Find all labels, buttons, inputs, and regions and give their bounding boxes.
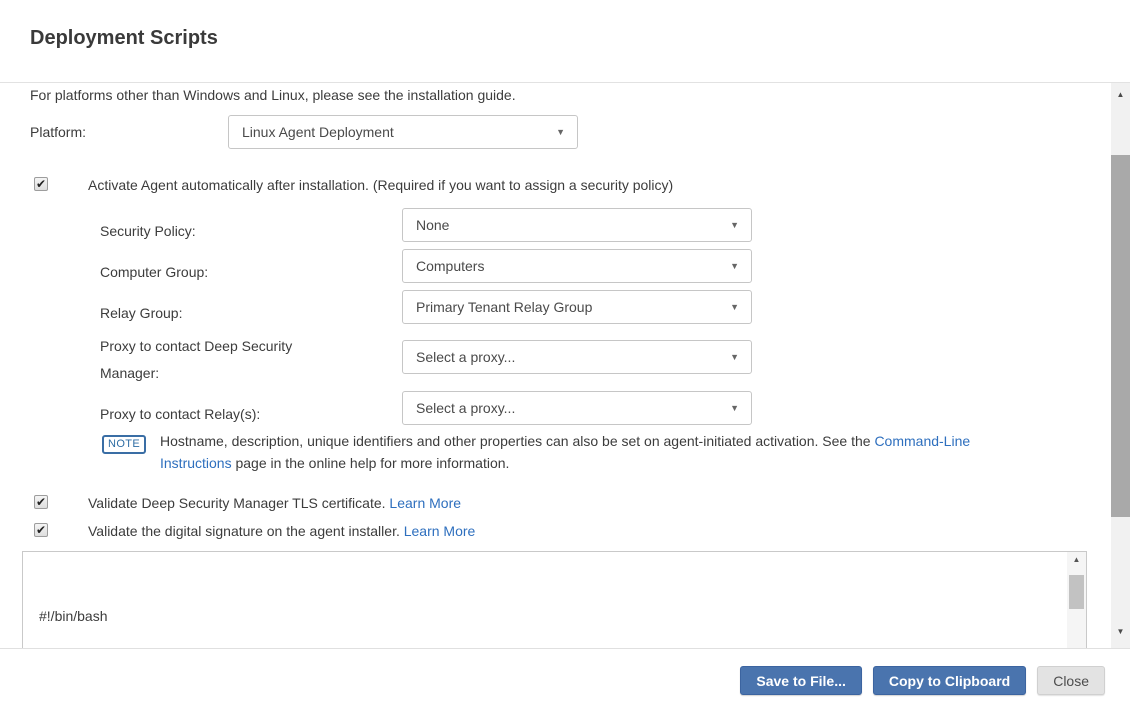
platform-dropdown[interactable]: Linux Agent Deployment ▼ (228, 115, 578, 149)
validate-signature-checkbox[interactable]: ✔ (34, 523, 48, 537)
validate-signature-label: Validate the digital signature on the ag… (88, 523, 475, 539)
platform-dropdown-value: Linux Agent Deployment (242, 124, 394, 140)
activate-agent-checkbox[interactable]: ✔ (34, 177, 48, 191)
platform-label: Platform: (30, 124, 86, 140)
dialog-scrollbar[interactable]: ▲ ▼ (1111, 83, 1130, 648)
chevron-down-icon: ▼ (730, 403, 739, 413)
computer-group-dropdown[interactable]: Computers ▼ (402, 249, 752, 283)
chevron-down-icon: ▼ (730, 261, 739, 271)
note-text-before: Hostname, description, unique identifier… (160, 433, 874, 449)
copy-to-clipboard-button[interactable]: Copy to Clipboard (873, 666, 1026, 695)
chevron-down-icon: ▼ (730, 302, 739, 312)
proxy-dsm-label: Proxy to contact Deep Security Manager: (100, 333, 335, 387)
relay-group-label: Relay Group: (100, 300, 335, 327)
security-policy-dropdown[interactable]: None ▼ (402, 208, 752, 242)
footer-button-bar: Save to File... Copy to Clipboard Close (0, 649, 1130, 710)
close-button[interactable]: Close (1037, 666, 1105, 695)
proxy-relay-dropdown-value: Select a proxy... (416, 400, 515, 416)
relay-group-dropdown[interactable]: Primary Tenant Relay Group ▼ (402, 290, 752, 324)
checkmark-icon: ✔ (36, 177, 46, 191)
validate-tls-checkbox[interactable]: ✔ (34, 495, 48, 509)
code-scrollbar[interactable]: ▲ (1067, 552, 1086, 648)
scroll-up-icon[interactable]: ▲ (1067, 555, 1086, 564)
dialog-scrollbar-thumb[interactable] (1111, 155, 1130, 517)
deployment-script-textarea[interactable]: #!/bin/bash ACTIVATIONURL='dsm://agents.… (22, 551, 1087, 648)
computer-group-label: Computer Group: (100, 259, 335, 286)
checkmark-icon: ✔ (36, 523, 46, 537)
proxy-relay-label: Proxy to contact Relay(s): (100, 401, 335, 428)
deployment-scripts-dialog: Deployment Scripts For platforms other t… (0, 0, 1130, 710)
scroll-up-icon[interactable]: ▲ (1111, 90, 1130, 99)
save-to-file-button[interactable]: Save to File... (740, 666, 861, 695)
dialog-scroll-area: For platforms other than Windows and Lin… (0, 83, 1111, 648)
security-policy-dropdown-value: None (416, 217, 449, 233)
deployment-script-code: #!/bin/bash ACTIVATIONURL='dsm://agents.… (39, 564, 456, 648)
security-policy-label: Security Policy: (100, 218, 335, 245)
chevron-down-icon: ▼ (730, 352, 739, 362)
note-badge: NOTE (102, 435, 146, 454)
checkmark-icon: ✔ (36, 495, 46, 509)
intro-text: For platforms other than Windows and Lin… (30, 87, 516, 103)
relay-group-dropdown-value: Primary Tenant Relay Group (416, 299, 592, 315)
chevron-down-icon: ▼ (730, 220, 739, 230)
proxy-dsm-dropdown-value: Select a proxy... (416, 349, 515, 365)
proxy-dsm-dropdown[interactable]: Select a proxy... ▼ (402, 340, 752, 374)
script-line: #!/bin/bash (39, 606, 456, 627)
computer-group-dropdown-value: Computers (416, 258, 484, 274)
learn-more-tls-link[interactable]: Learn More (389, 495, 461, 511)
code-scrollbar-thumb[interactable] (1069, 575, 1084, 609)
learn-more-signature-link[interactable]: Learn More (404, 523, 476, 539)
validate-tls-label: Validate Deep Security Manager TLS certi… (88, 495, 461, 511)
note-text-after: page in the online help for more informa… (232, 455, 510, 471)
activate-agent-label: Activate Agent automatically after insta… (88, 177, 673, 193)
proxy-relay-dropdown[interactable]: Select a proxy... ▼ (402, 391, 752, 425)
chevron-down-icon: ▼ (556, 127, 565, 137)
page-title: Deployment Scripts (30, 27, 218, 50)
note-text: Hostname, description, unique identifier… (160, 430, 995, 474)
scroll-down-icon[interactable]: ▼ (1111, 627, 1130, 636)
